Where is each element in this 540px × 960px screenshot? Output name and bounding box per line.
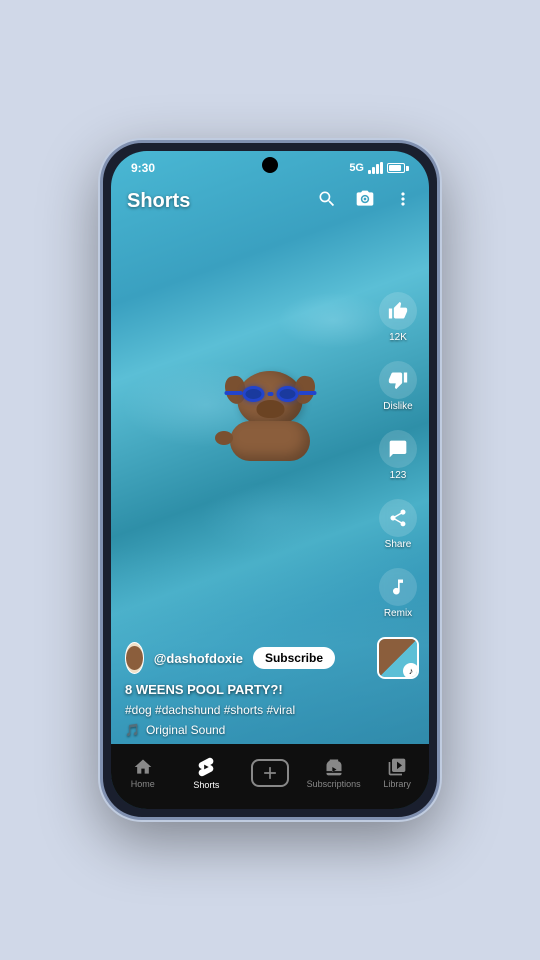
status-time: 9:30: [131, 161, 155, 175]
volume-up-button[interactable]: [100, 263, 102, 298]
nav-subscriptions-label: Subscriptions: [307, 779, 361, 789]
screen: 9:30 5G Shorts: [111, 151, 429, 809]
nav-home[interactable]: Home: [111, 757, 175, 789]
home-icon: [133, 757, 153, 777]
subscriptions-icon: [324, 757, 344, 777]
header-icons: [317, 189, 413, 214]
status-bar: 9:30 5G: [111, 151, 429, 179]
nav-subscriptions[interactable]: Subscriptions: [302, 757, 366, 789]
nav-library-label: Library: [383, 779, 411, 789]
share-action[interactable]: Share: [379, 499, 417, 550]
remix-action[interactable]: Remix: [379, 568, 417, 619]
battery-icon: [387, 163, 409, 173]
nav-home-label: Home: [131, 779, 155, 789]
more-icon[interactable]: [393, 189, 413, 214]
add-icon[interactable]: [251, 759, 289, 787]
like-action[interactable]: 12K: [379, 292, 417, 343]
channel-name[interactable]: @dashofdoxie: [154, 651, 243, 666]
video-title: 8 WEENS POOL PARTY?!: [125, 682, 335, 699]
nav-library[interactable]: Library: [365, 757, 429, 789]
status-icons: 5G: [349, 162, 409, 174]
video-tags: #dog #dachshund #shorts #viral: [125, 703, 335, 717]
camera-notch: [262, 157, 278, 173]
nav-shorts-label: Shorts: [193, 780, 219, 790]
music-icon: 🎵: [125, 723, 140, 737]
power-button[interactable]: [100, 353, 102, 388]
nav-add[interactable]: [238, 759, 302, 787]
phone-frame: 9:30 5G Shorts: [100, 140, 440, 820]
shorts-icon: [195, 756, 217, 778]
search-icon[interactable]: [317, 189, 337, 214]
library-icon: [387, 757, 407, 777]
like-count: 12K: [389, 332, 407, 343]
nav-shorts[interactable]: Shorts: [175, 756, 239, 790]
thumbnail-action[interactable]: ♪: [377, 637, 419, 679]
audio-label: Original Sound: [146, 723, 225, 737]
channel-thumbnail: ♪: [377, 637, 419, 679]
avatar[interactable]: [125, 642, 144, 674]
network-label: 5G: [349, 162, 364, 174]
right-actions: 12K Dislike 123 Share: [377, 292, 419, 679]
dog-visual: [230, 371, 310, 461]
volume-down-button[interactable]: [100, 308, 102, 343]
comment-count: 123: [390, 470, 407, 481]
dislike-label: Dislike: [383, 401, 412, 412]
video-info: @dashofdoxie Subscribe 8 WEENS POOL PART…: [111, 642, 349, 737]
camera-icon[interactable]: [355, 189, 375, 214]
remix-label: Remix: [384, 608, 412, 619]
channel-row: @dashofdoxie Subscribe: [125, 642, 335, 674]
audio-row: 🎵 Original Sound: [125, 723, 335, 737]
comment-action[interactable]: 123: [379, 430, 417, 481]
dislike-action[interactable]: Dislike: [379, 361, 417, 412]
top-header: Shorts: [111, 179, 429, 223]
signal-icon: [368, 162, 383, 174]
share-label: Share: [385, 539, 412, 550]
subscribe-button[interactable]: Subscribe: [253, 647, 335, 669]
page-title: Shorts: [127, 190, 190, 213]
bottom-nav: Home Shorts Subscriptions Library: [111, 744, 429, 809]
